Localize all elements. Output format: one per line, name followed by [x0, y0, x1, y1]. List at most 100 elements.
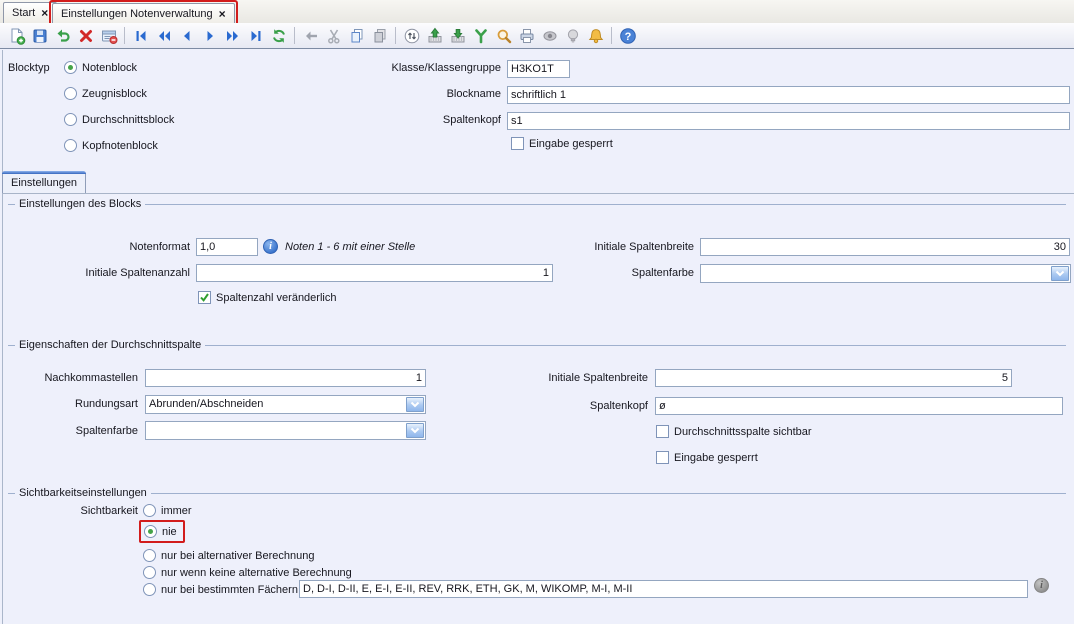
radio-nie-label[interactable]: nie	[162, 526, 177, 538]
import-icon[interactable]	[424, 25, 445, 46]
first-record-icon[interactable]	[130, 25, 151, 46]
radio-durchschnittsblock[interactable]	[64, 113, 77, 126]
radio-notenblock-label[interactable]: Notenblock	[82, 62, 137, 74]
radio-nie[interactable]	[144, 525, 157, 538]
dataset-form-icon[interactable]	[98, 25, 119, 46]
rundungsart-label: Rundungsart	[18, 398, 138, 410]
nachkommastellen-input[interactable]	[145, 369, 426, 387]
faecher-input[interactable]	[299, 580, 1028, 598]
previous-record-icon[interactable]	[176, 25, 197, 46]
svg-text:?: ?	[624, 30, 631, 42]
radio-immer-label[interactable]: immer	[161, 505, 192, 517]
notenformat-input[interactable]	[196, 238, 258, 256]
document-tab-bar: Start × Einstellungen Notenverwaltung ×	[0, 0, 1074, 24]
panel-left-border	[2, 50, 3, 624]
back-icon[interactable]	[300, 25, 321, 46]
blocktyp-label: Blocktyp	[8, 62, 50, 74]
hint-icon[interactable]	[562, 25, 583, 46]
chevron-down-icon[interactable]	[406, 423, 424, 438]
avg-spaltenkopf-label: Spaltenkopf	[514, 400, 648, 412]
radio-nur-wenn-keine-alternative-berechnung-label[interactable]: nur wenn keine alternative Berechnung	[161, 567, 352, 579]
radio-nur-bei-bestimmten-faechern-label[interactable]: nur bei bestimmten Fächern:	[161, 584, 301, 596]
refresh-icon[interactable]	[268, 25, 289, 46]
spaltenzahl-veraenderlich-checkbox[interactable]	[198, 291, 211, 304]
klasse-input[interactable]	[507, 60, 570, 78]
radio-notenblock[interactable]	[64, 61, 77, 74]
spaltenzahl-veraenderlich-label[interactable]: Spaltenzahl veränderlich	[216, 292, 336, 304]
initiale-spaltenanzahl-input[interactable]	[196, 264, 553, 282]
next-record-icon[interactable]	[199, 25, 220, 46]
radio-nur-wenn-keine-alternative-berechnung[interactable]	[143, 566, 156, 579]
radio-nur-bei-alternativer-berechnung-label[interactable]: nur bei alternativer Berechnung	[161, 550, 314, 562]
fast-rewind-icon[interactable]	[153, 25, 174, 46]
notification-icon[interactable]	[585, 25, 606, 46]
delete-record-icon[interactable]	[75, 25, 96, 46]
merge-icon[interactable]	[470, 25, 491, 46]
faecher-info-icon: i	[1034, 578, 1049, 593]
sichtbarkeit-label: Sichtbarkeit	[40, 505, 138, 517]
durchschnittsspalte-sichtbar-checkbox[interactable]	[656, 425, 669, 438]
initiale-spaltenbreite-input[interactable]	[700, 238, 1070, 256]
group-avg-title: Eigenschaften der Durchschnittspalte	[8, 338, 1066, 352]
radio-immer[interactable]	[143, 504, 156, 517]
toolbar-separator	[124, 27, 125, 44]
radio-zeugnisblock[interactable]	[64, 87, 77, 100]
avg-initiale-spaltenbreite-input[interactable]	[655, 369, 1012, 387]
klasse-label: Klasse/Klassengruppe	[370, 62, 501, 74]
export-icon[interactable]	[447, 25, 468, 46]
durchschnittsspalte-sichtbar-label[interactable]: Durchschnittsspalte sichtbar	[674, 426, 812, 438]
last-record-icon[interactable]	[245, 25, 266, 46]
eingabe-gesperrt-checkbox[interactable]	[511, 137, 524, 150]
search-icon[interactable]	[493, 25, 514, 46]
cut-icon[interactable]	[323, 25, 344, 46]
tab-panel-border	[2, 193, 1074, 194]
tab-start-close-icon[interactable]: ×	[41, 7, 48, 19]
avg-spaltenkopf-input[interactable]	[655, 397, 1063, 415]
toolbar-separator	[395, 27, 396, 44]
blockname-label: Blockname	[370, 88, 501, 100]
radio-kopfnotenblock-label[interactable]: Kopfnotenblock	[82, 140, 158, 152]
radio-zeugnisblock-label[interactable]: Zeugnisblock	[82, 88, 147, 100]
spaltenkopf-input[interactable]	[507, 112, 1070, 130]
nachkommastellen-label: Nachkommastellen	[18, 372, 138, 384]
avg-eingabe-gesperrt-label[interactable]: Eingabe gesperrt	[674, 452, 758, 464]
tab-einstellungen-label: Einstellungen	[11, 177, 77, 189]
notenformat-label: Notenformat	[90, 241, 190, 253]
tab-einstellungen-notenverwaltung[interactable]: Einstellungen Notenverwaltung ×	[52, 3, 235, 25]
fast-forward-icon[interactable]	[222, 25, 243, 46]
radio-durchschnittsblock-label[interactable]: Durchschnittsblock	[82, 114, 174, 126]
avg-spaltenfarbe-dropdown[interactable]	[145, 421, 426, 440]
notenformat-hint: Noten 1 - 6 mit einer Stelle	[285, 241, 415, 253]
view-icon[interactable]	[539, 25, 560, 46]
swap-icon[interactable]	[401, 25, 422, 46]
spaltenfarbe-block-dropdown[interactable]	[700, 264, 1071, 283]
spaltenfarbe-block-label: Spaltenfarbe	[560, 267, 694, 279]
tab-main-label: Einstellungen Notenverwaltung	[61, 8, 213, 20]
copy-icon[interactable]	[346, 25, 367, 46]
eingabe-gesperrt-label[interactable]: Eingabe gesperrt	[529, 138, 613, 150]
avg-eingabe-gesperrt-checkbox[interactable]	[656, 451, 669, 464]
radio-kopfnotenblock[interactable]	[64, 139, 77, 152]
tab-einstellungen[interactable]: Einstellungen	[2, 171, 86, 193]
new-record-icon[interactable]	[6, 25, 27, 46]
save-icon[interactable]	[29, 25, 50, 46]
chevron-down-icon[interactable]	[406, 397, 424, 412]
tab-main-close-icon[interactable]: ×	[219, 8, 226, 20]
undo-icon[interactable]	[52, 25, 73, 46]
form-area: Blocktyp Notenblock Zeugnisblock Durchsc…	[0, 50, 1074, 624]
help-icon[interactable]: ?	[617, 25, 638, 46]
print-icon[interactable]	[516, 25, 537, 46]
annotation-box-nie: nie	[139, 520, 185, 543]
toolbar-separator	[611, 27, 612, 44]
avg-initiale-spaltenbreite-label: Initiale Spaltenbreite	[514, 372, 648, 384]
rundungsart-dropdown[interactable]: Abrunden/Abschneiden	[145, 395, 426, 414]
paste-icon[interactable]	[369, 25, 390, 46]
chevron-down-icon[interactable]	[1051, 266, 1069, 281]
blockname-input[interactable]	[507, 86, 1070, 104]
radio-nur-bei-bestimmten-faechern[interactable]	[143, 583, 156, 596]
spaltenkopf-label: Spaltenkopf	[370, 114, 501, 126]
group-visibility-title: Sichtbarkeitseinstellungen	[8, 486, 1066, 500]
radio-nur-bei-alternativer-berechnung[interactable]	[143, 549, 156, 562]
initiale-spaltenanzahl-label: Initiale Spaltenanzahl	[60, 267, 190, 279]
main-toolbar: ?	[0, 23, 1074, 49]
